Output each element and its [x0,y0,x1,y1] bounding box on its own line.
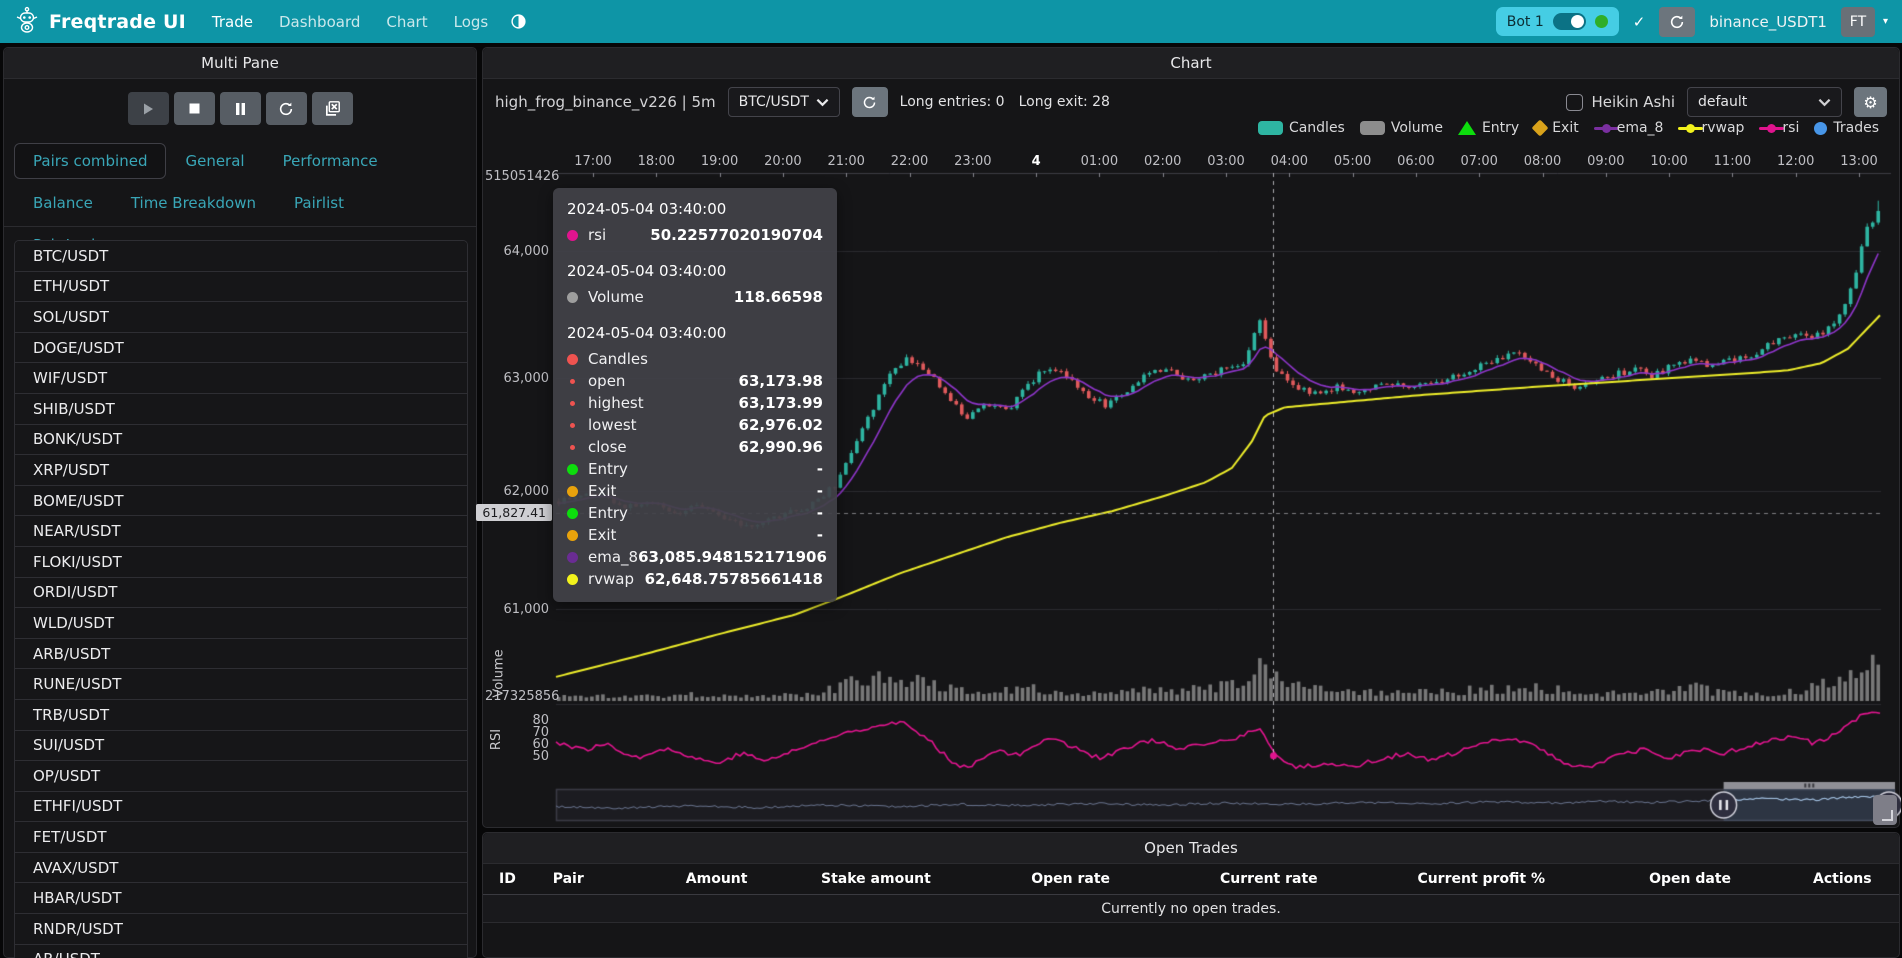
chart-panel: Chart high_frog_binance_v226 | 5m BTC/US… [482,47,1900,828]
check-icon[interactable]: ✓ [1633,13,1646,31]
pair-list-item[interactable]: NEAR/USDT [15,516,467,547]
freqtrade-robot-logo-icon [14,6,40,38]
pair-list-item[interactable]: DOGE/USDT [15,333,467,364]
pair-list-item[interactable]: AR/USDT [15,945,467,958]
exchange-label: binance_USDT1 [1709,13,1827,31]
pair-list-item[interactable]: XRP/USDT [15,455,467,486]
pair-list-item[interactable]: WLD/USDT [15,608,467,639]
price-chart-canvas[interactable] [483,48,1901,829]
bot-toggle[interactable] [1553,13,1586,30]
column-header-actions: Actions [1786,871,1899,887]
pair-list-item[interactable]: HBAR/USDT [15,883,467,914]
divider [4,226,476,227]
pair-list-item[interactable]: TRB/USDT [15,700,467,731]
pair-list-item[interactable]: OP/USDT [15,761,467,792]
bot-selector[interactable]: Bot 1 [1496,7,1619,36]
pair-list-item[interactable]: ARB/USDT [15,639,467,670]
nav-item-trade[interactable]: Trade [212,13,253,31]
navbar-right: Bot 1 ✓ binance_USDT1 FT ▾ [1496,7,1888,37]
column-header-current-rate: Current rate [1170,871,1368,887]
brand[interactable]: Freqtrade UI [14,6,186,38]
open-trades-empty-message: Currently no open trades. [483,895,1899,923]
pair-list-item[interactable]: WIF/USDT [15,363,467,394]
nav-item-logs[interactable]: Logs [454,13,489,31]
pair-list: BTC/USDTETH/USDTSOL/USDTDOGE/USDTWIF/USD… [14,240,468,958]
pair-list-item[interactable]: BONK/USDT [15,425,467,456]
pair-list-item[interactable]: FLOKI/USDT [15,547,467,578]
open-trades-title: Open Trades [483,833,1899,864]
multi-pane-panel: Multi Pane Pairs combinedGeneralPerforma… [3,47,477,958]
tab-time-breakdown[interactable]: Time Breakdown [112,185,275,221]
global-refresh-button[interactable] [1659,7,1695,37]
nav-item-chart[interactable]: Chart [386,13,427,31]
column-header-amount: Amount [653,871,780,887]
column-header-pair: Pair [547,871,653,887]
column-header-stake-amount: Stake amount [780,871,971,887]
pair-list-item[interactable]: BTC/USDT [15,241,467,272]
clear-log-button[interactable] [312,92,353,125]
tab-balance[interactable]: Balance [14,185,112,221]
column-header-id: ID [483,871,547,887]
pair-list-item[interactable]: RNDR/USDT [15,914,467,945]
pair-list-item[interactable]: ETHFI/USDT [15,792,467,823]
tab-pairlist[interactable]: Pairlist [275,185,363,221]
pause-button[interactable] [220,92,261,125]
pair-list-item[interactable]: FET/USDT [15,822,467,853]
user-avatar[interactable]: FT [1841,7,1875,37]
column-header-open-date: Open date [1595,871,1786,887]
open-trades-panel: Open Trades IDPairAmountStake amountOpen… [482,832,1900,958]
multi-pane-title: Multi Pane [4,48,476,79]
pair-list-item[interactable]: BOME/USDT [15,486,467,517]
tab-performance[interactable]: Performance [264,143,397,179]
pair-list-item[interactable]: AVAX/USDT [15,853,467,884]
brand-title: Freqtrade UI [49,11,186,33]
freqtrade-app: Freqtrade UI Trade Dashboard Chart Logs Bot… [0,0,1902,958]
nav-item-dashboard[interactable]: Dashboard [279,13,360,31]
chevron-down-icon: ▾ [1883,16,1888,27]
navbar: Freqtrade UI Trade Dashboard Chart Logs Bot… [0,0,1902,43]
pair-list-item[interactable]: RUNE/USDT [15,669,467,700]
theme-toggle-icon[interactable] [510,13,527,30]
column-header-open-rate: Open rate [972,871,1170,887]
main-nav: Trade Dashboard Chart Logs [212,13,488,31]
bot-controls [4,92,476,125]
pane-resize-grip[interactable] [1873,795,1897,825]
pair-list-item[interactable]: SHIB/USDT [15,394,467,425]
pair-list-item[interactable]: SOL/USDT [15,302,467,333]
bot-label: Bot 1 [1507,14,1544,30]
pair-list-item[interactable]: SUI/USDT [15,731,467,762]
reload-button[interactable] [266,92,307,125]
open-trades-header-row: IDPairAmountStake amountOpen rateCurrent… [483,864,1899,895]
plot-area: 17:0018:0019:0020:0021:0022:0023:00401:0… [483,48,1901,829]
pair-list-item[interactable]: ETH/USDT [15,272,467,303]
pair-list-item[interactable]: ORDI/USDT [15,578,467,609]
tab-pairs-combined[interactable]: Pairs combined [14,143,166,179]
column-header-current-profit-pct: Current profit % [1368,871,1595,887]
bot-online-indicator [1595,15,1608,28]
stop-button[interactable] [174,92,215,125]
tab-general[interactable]: General [166,143,263,179]
play-button[interactable] [128,92,169,125]
